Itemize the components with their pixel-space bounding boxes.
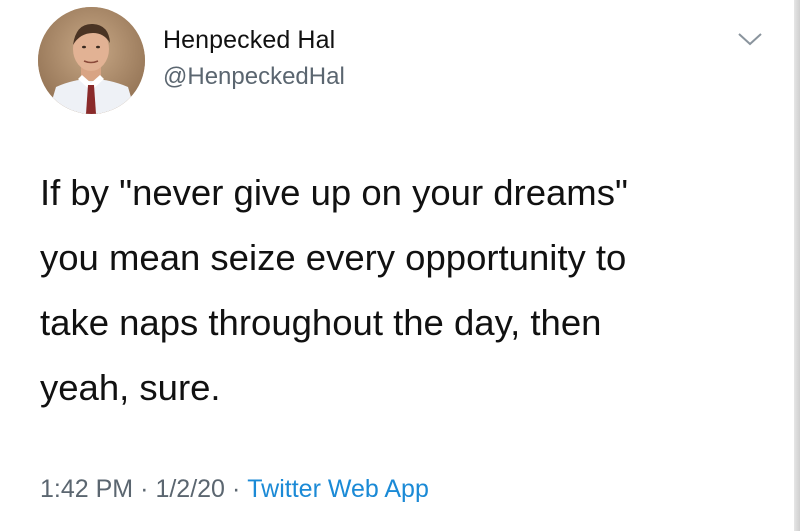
tweet-text-line: you mean seize every opportunity to [40,237,627,278]
meta-separator: · [231,475,241,503]
source-link[interactable]: Twitter Web App [247,475,429,503]
tweet-date[interactable]: 1/2/20 [155,475,225,503]
screen-edge [794,0,800,531]
user-handle[interactable]: @HenpeckedHal [163,63,345,91]
tweet-card: Henpecked Hal @HenpeckedHal If by "never… [0,0,800,531]
tweet-text-line: If by "never give up on your dreams" [40,172,628,213]
meta-separator: · [140,475,149,503]
tweet-metadata: 1:42 PM · 1/2/20 · Twitter Web App [40,475,429,504]
tweet-text-line: take naps throughout the day, then [40,302,602,343]
tweet-time[interactable]: 1:42 PM [40,475,133,503]
display-name[interactable]: Henpecked Hal [163,26,335,55]
tweet-text: If by "never give up on your dreams" you… [40,160,760,420]
chevron-down-icon[interactable] [736,30,764,48]
profile-photo-icon [38,7,145,114]
tweet-text-line: yeah, sure. [40,367,221,408]
avatar[interactable] [38,7,145,114]
